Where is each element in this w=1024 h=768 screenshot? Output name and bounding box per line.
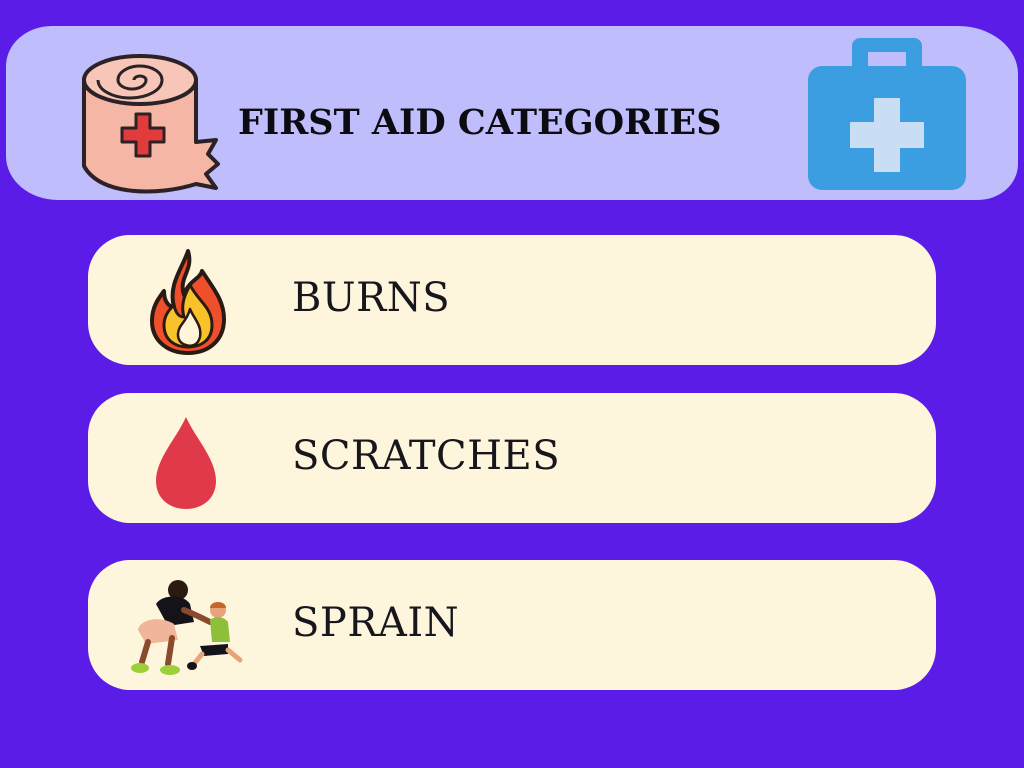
category-label-scratches: SCRATCHES [292, 433, 561, 479]
fire-icon [150, 249, 226, 355]
bandage-roll-icon [82, 54, 220, 194]
first-aid-kit-icon [808, 38, 966, 190]
category-card-burns[interactable]: BURNS [88, 235, 936, 365]
adult-helping-child-illustration [131, 580, 243, 675]
category-label-burns: BURNS [292, 275, 451, 321]
blood-drop-icon [156, 417, 216, 509]
header-banner: FIRST AID CATEGORIES [6, 26, 1018, 200]
category-card-sprain[interactable]: SPRAIN [88, 560, 936, 690]
category-label-sprain: SPRAIN [292, 600, 460, 646]
category-card-scratches[interactable]: SCRATCHES [88, 393, 936, 523]
page-title: FIRST AID CATEGORIES [238, 102, 722, 143]
